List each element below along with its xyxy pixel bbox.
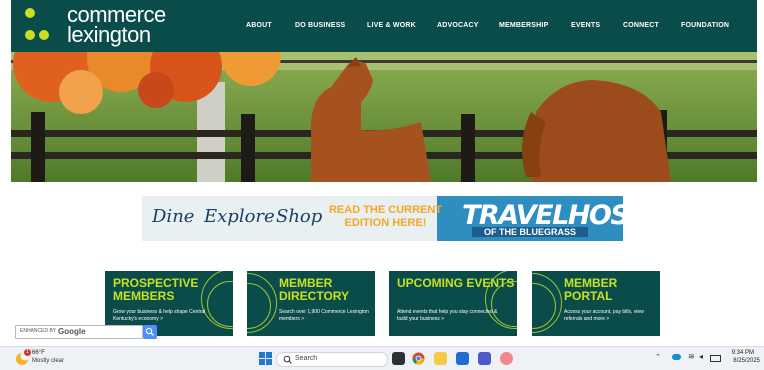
- file-explorer-icon[interactable]: [434, 352, 447, 365]
- travelhost-banner[interactable]: Dine Explore Shop READ THE CURRENT EDITI…: [142, 196, 623, 241]
- start-button[interactable]: [259, 352, 272, 365]
- nav-advocacy[interactable]: ADVOCACY: [437, 22, 479, 29]
- banner-shop-text: Shop: [276, 206, 323, 227]
- nav-connect[interactable]: CONNECT: [623, 22, 659, 29]
- clock-time: 9:34 PM: [731, 350, 754, 356]
- nav-about[interactable]: ABOUT: [246, 22, 272, 29]
- chrome-logo: [412, 352, 425, 365]
- nav-foundation[interactable]: FOUNDATION: [681, 22, 729, 29]
- clock-date: 8/25/2025: [733, 358, 760, 364]
- logo-dot: [39, 30, 49, 40]
- weather-widget[interactable]: 1 66°F Mostly clear: [12, 347, 72, 369]
- card-description: Attend events that help you stay connect…: [397, 309, 498, 322]
- commerce-lexington-logo[interactable]: commerce lexington: [25, 4, 195, 48]
- chrome-icon[interactable]: [412, 352, 425, 365]
- card-member-directory[interactable]: MEMBER DIRECTORY Search over 1,900 Comme…: [247, 271, 375, 336]
- enhanced-by-label: ENHANCED BY: [20, 328, 57, 334]
- windows-taskbar: 1 66°F Mostly clear Search ⌃ ≋ ◂ 9:34 PM…: [0, 346, 764, 370]
- google-search-button[interactable]: [143, 325, 157, 339]
- card-upcoming-events[interactable]: UPCOMING EVENTS Attend events that help …: [389, 271, 517, 336]
- wifi-icon[interactable]: ≋: [688, 352, 695, 361]
- card-title: UPCOMING EVENTS: [397, 276, 515, 290]
- site-header: commerce lexington ABOUT DO BUSINESS LIV…: [11, 0, 757, 52]
- onedrive-icon[interactable]: [672, 354, 681, 360]
- google-brand-text: Google: [58, 327, 86, 336]
- google-search-input[interactable]: ENHANCED BY Google: [15, 325, 143, 339]
- weather-alert-badge: 1: [24, 349, 31, 356]
- search-icon: [283, 355, 292, 364]
- banner-explore-text: Explore: [204, 206, 275, 227]
- logo-dot: [25, 30, 35, 40]
- outlook-icon[interactable]: [456, 352, 469, 365]
- app-icon[interactable]: [500, 352, 513, 365]
- logo-text-lexington: lexington: [67, 22, 151, 47]
- card-description: Access your account, pay bills, view ref…: [564, 309, 644, 322]
- nav-do-business[interactable]: DO BUSINESS: [295, 22, 345, 29]
- google-custom-search: ENHANCED BY Google: [15, 325, 157, 339]
- chevron-up-icon[interactable]: ⌃: [655, 353, 661, 361]
- weather-temperature: 66°F: [32, 350, 45, 356]
- windows-logo-icon: [259, 352, 272, 365]
- logo-dot: [25, 8, 35, 18]
- taskbar-search-box[interactable]: Search: [276, 352, 388, 367]
- banner-read-edition: READ THE CURRENT EDITION HERE!: [328, 204, 443, 229]
- search-icon: [145, 327, 154, 336]
- horses-pasture-illustration: [11, 52, 757, 182]
- card-member-portal[interactable]: MEMBER PORTAL Access your account, pay b…: [532, 271, 660, 336]
- card-description: Search over 1,900 Commerce Lexington mem…: [279, 309, 369, 322]
- clock[interactable]: 9:34 PM 8/25/2025: [722, 347, 762, 369]
- web-page: commerce lexington ABOUT DO BUSINESS LIV…: [11, 0, 757, 346]
- card-title: MEMBER PORTAL: [564, 276, 618, 303]
- taskbar-search-placeholder: Search: [295, 355, 318, 362]
- nav-events[interactable]: EVENTS: [571, 22, 600, 29]
- hero-image-horses: [11, 52, 757, 182]
- volume-icon[interactable]: ◂: [699, 352, 703, 361]
- card-title: MEMBER DIRECTORY: [279, 276, 350, 303]
- card-title: PROSPECTIVE MEMBERS: [113, 276, 199, 303]
- teams-icon[interactable]: [478, 352, 491, 365]
- task-view-icon[interactable]: [392, 352, 405, 365]
- banner-dine-text: Dine: [152, 206, 195, 227]
- banner-of-the-bluegrass: OF THE BLUEGRASS: [472, 227, 589, 237]
- nav-live-work[interactable]: LIVE & WORK: [367, 22, 416, 29]
- battery-icon[interactable]: [710, 355, 721, 362]
- nav-membership[interactable]: MEMBERSHIP: [499, 22, 548, 29]
- card-description: Grow your business & help shape Central …: [113, 309, 206, 322]
- weather-condition: Mostly clear: [32, 358, 65, 364]
